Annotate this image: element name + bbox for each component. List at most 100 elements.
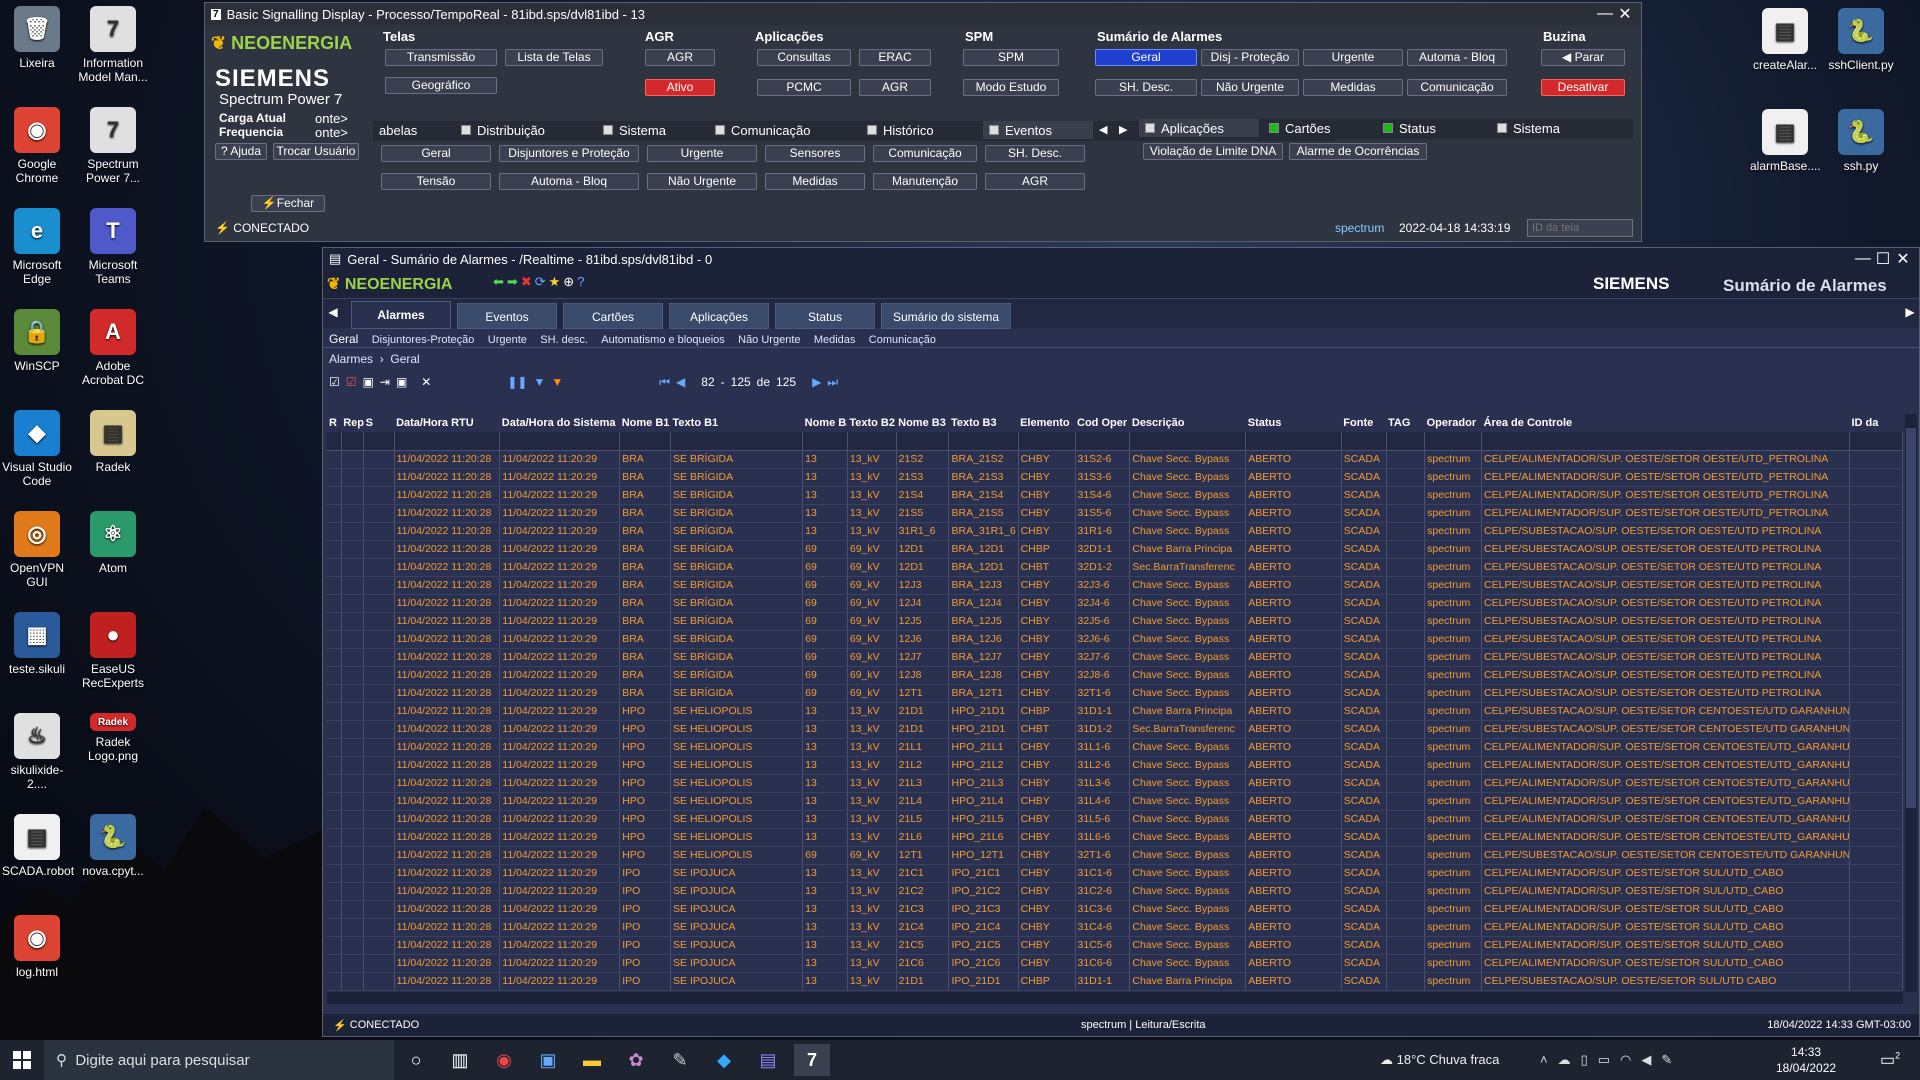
desktop-icon[interactable]: ▤ SCADA.robot: [2, 814, 74, 878]
desktop-icon[interactable]: ◉ Google Chrome: [2, 107, 72, 185]
desktop-icon[interactable]: T Microsoft Teams: [78, 208, 148, 286]
column-header[interactable]: Rep: [341, 414, 363, 432]
filter-icon[interactable]: ▼: [533, 375, 545, 389]
column-header[interactable]: Data/Hora do Sistema: [500, 414, 620, 432]
column-filter-cell[interactable]: [1075, 432, 1131, 451]
medidas-button[interactable]: Medidas: [1303, 79, 1403, 96]
column-header[interactable]: Status: [1246, 414, 1342, 432]
column-header[interactable]: Nome B1: [620, 414, 671, 432]
pen-icon[interactable]: ✎: [1661, 1052, 1682, 1067]
tab-sistema-2[interactable]: Sistema: [1491, 119, 1601, 137]
column-filter-cell[interactable]: [1481, 432, 1850, 451]
desktop-icon[interactable]: 🐍 ssh.py: [1826, 109, 1896, 173]
print-icon[interactable]: ▣: [363, 375, 374, 389]
column-filter-cell[interactable]: [1245, 432, 1342, 451]
desktop-icon[interactable]: ⚛ Atom: [78, 511, 148, 575]
column-header[interactable]: TAG: [1386, 414, 1425, 432]
column-header[interactable]: Texto B2: [847, 414, 896, 432]
filter-nao-urgente[interactable]: Não Urgente: [738, 334, 800, 346]
column-filter-cell[interactable]: [1386, 432, 1426, 451]
ajuda-button[interactable]: ? Ajuda: [215, 143, 267, 160]
table-row[interactable]: 11/04/2022 11:20:28 11/04/2022 11:20:29 IP…: [327, 972, 1903, 991]
display-icon[interactable]: ▭: [1598, 1052, 1620, 1067]
tab-eventos[interactable]: Eventos: [983, 121, 1093, 139]
windows-start-icon[interactable]: [4, 1044, 40, 1076]
horizontal-scrollbar[interactable]: [327, 992, 1903, 1004]
desktop-icon[interactable]: 🐍 sshClient.py: [1826, 8, 1896, 72]
minimize-icon[interactable]: —: [1595, 5, 1615, 23]
filter-geral[interactable]: Geral: [329, 332, 358, 346]
tab-alarmes[interactable]: Alarmes: [351, 301, 451, 329]
desktop-icon[interactable]: Radek Radek Logo.png: [78, 713, 148, 763]
star-icon[interactable]: ★: [549, 274, 564, 289]
column-header[interactable]: Nome B3: [896, 414, 949, 432]
sensores-button[interactable]: Sensores: [765, 145, 865, 162]
table-row[interactable]: 11/04/2022 11:20:28 11/04/2022 11:20:29 BR…: [327, 540, 1903, 559]
table-row[interactable]: 11/04/2022 11:20:28 11/04/2022 11:20:29 IP…: [327, 900, 1903, 919]
column-header[interactable]: Texto B1: [671, 414, 803, 432]
column-filter-cell[interactable]: [896, 432, 950, 451]
table-row[interactable]: 11/04/2022 11:20:28 11/04/2022 11:20:29 BR…: [327, 684, 1903, 703]
ativo-button[interactable]: Ativo: [645, 79, 715, 96]
column-filter-cell[interactable]: [1849, 432, 1903, 451]
column-filter-cell[interactable]: [1341, 432, 1387, 451]
spm-button[interactable]: SPM: [963, 49, 1059, 66]
table-row[interactable]: 11/04/2022 11:20:28 11/04/2022 11:20:29 IP…: [327, 954, 1903, 973]
table-row[interactable]: 11/04/2022 11:20:28 11/04/2022 11:20:29 HP…: [327, 792, 1903, 811]
column-header[interactable]: Cod Oper: [1075, 414, 1130, 432]
onedrive-icon[interactable]: ☁: [1558, 1052, 1581, 1067]
table-row[interactable]: 11/04/2022 11:20:28 11/04/2022 11:20:29 HP…: [327, 756, 1903, 775]
column-filter-cell[interactable]: [802, 432, 848, 451]
first-page-icon[interactable]: ⏮: [659, 375, 670, 390]
disjuntores-protecao-button[interactable]: Disjuntores e Proteção: [499, 145, 639, 162]
column-header[interactable]: Operador: [1425, 414, 1482, 432]
export-icon[interactable]: ⇥: [380, 375, 390, 389]
scroll-thumb[interactable]: [1906, 428, 1916, 808]
tab-aplicacoes-2[interactable]: Aplicações: [669, 303, 769, 329]
w1-titlebar[interactable]: 7 Basic Signalling Display - Processo/Te…: [205, 3, 1641, 25]
table-row[interactable]: 11/04/2022 11:20:28 11/04/2022 11:20:29 BR…: [327, 486, 1903, 505]
trocar-usuario-button[interactable]: Trocar Usuário: [273, 143, 359, 160]
scroll-right-icon[interactable]: ▶: [1901, 299, 1919, 325]
disj-protecao-button[interactable]: Disj - Proteção: [1201, 49, 1299, 66]
check-icon[interactable]: ☑: [329, 375, 340, 389]
tool-taskbar-icon[interactable]: ✿: [618, 1044, 654, 1076]
table-row[interactable]: 11/04/2022 11:20:28 11/04/2022 11:20:29 BR…: [327, 558, 1903, 577]
column-filter-cell[interactable]: [1129, 432, 1247, 451]
automa-bloq-tab-button[interactable]: Automa - Bloq: [499, 173, 639, 190]
editor-taskbar-icon[interactable]: ✎: [662, 1044, 698, 1076]
tab-sumario-sistema[interactable]: Sumário do sistema: [881, 303, 1011, 329]
comunicacao-button[interactable]: Comunicação: [1407, 79, 1507, 96]
tab-sistema[interactable]: Sistema: [597, 121, 707, 139]
taskbar-search[interactable]: ⚲ Digite aqui para pesquisar: [44, 1040, 394, 1080]
table-row[interactable]: 11/04/2022 11:20:28 11/04/2022 11:20:29 IP…: [327, 918, 1903, 937]
notification-icon[interactable]: ▭2: [1880, 1050, 1900, 1070]
transmissao-button[interactable]: Transmissão: [385, 49, 497, 66]
ack-icon[interactable]: ☑: [346, 375, 357, 389]
close-icon[interactable]: ✕: [1893, 249, 1913, 269]
minimize-icon[interactable]: —: [1853, 250, 1873, 268]
tab-distribuicao[interactable]: Distribuição: [455, 121, 595, 139]
agr-apl-button[interactable]: AGR: [859, 79, 931, 96]
tensao-button[interactable]: Tensão: [381, 173, 491, 190]
column-header[interactable]: Elemento: [1018, 414, 1075, 432]
tab-prev-icon[interactable]: ◀: [1099, 123, 1107, 136]
filter-active-icon[interactable]: ▼: [551, 375, 563, 389]
column-header[interactable]: S: [364, 414, 394, 432]
column-filter-cell[interactable]: [363, 432, 395, 451]
lista-telas-button[interactable]: Lista de Telas: [505, 49, 603, 66]
desktop-icon[interactable]: 7 Spectrum Power 7...: [78, 107, 148, 185]
desativar-button[interactable]: Desativar: [1541, 79, 1625, 96]
column-filter-cell[interactable]: [1018, 432, 1076, 451]
last-page-icon[interactable]: ⏭: [827, 375, 838, 390]
nao-urgente-button[interactable]: Não Urgente: [1201, 79, 1299, 96]
table-row[interactable]: 11/04/2022 11:20:28 11/04/2022 11:20:29 BR…: [327, 666, 1903, 685]
column-filter-cell[interactable]: [499, 432, 621, 451]
desktop-icon[interactable]: ◆ Visual Studio Code: [2, 410, 72, 488]
column-header[interactable]: Texto B3: [949, 414, 1018, 432]
manutencao-button[interactable]: Manutenção: [873, 173, 977, 190]
urgente-tab-button[interactable]: Urgente: [647, 145, 757, 162]
table-row[interactable]: 11/04/2022 11:20:28 11/04/2022 11:20:29 BR…: [327, 612, 1903, 631]
filter-urgente[interactable]: Urgente: [488, 334, 527, 346]
geral-alarm-button[interactable]: Geral: [1095, 49, 1197, 66]
